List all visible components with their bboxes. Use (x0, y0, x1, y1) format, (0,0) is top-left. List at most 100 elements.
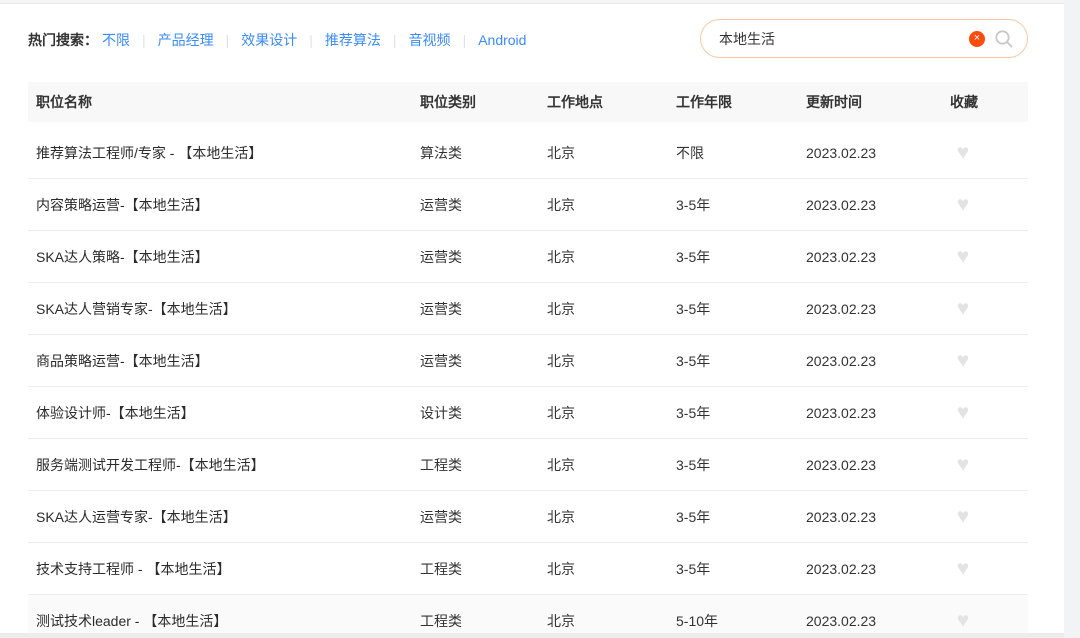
job-title-link[interactable]: 体验设计师-【本地生活】 (28, 403, 420, 423)
hot-search-link[interactable]: 推荐算法 (325, 30, 409, 50)
favorite-button[interactable]: ♥ (951, 557, 975, 581)
table-row[interactable]: 推荐算法工程师/专家 - 【本地生活】 算法类 北京 不限 2023.02.23… (28, 127, 1028, 179)
favorite-button[interactable]: ♥ (951, 349, 975, 373)
job-category-cell: 运营类 (420, 299, 547, 319)
search-box: × (700, 19, 1028, 58)
job-title-link[interactable]: SKA达人营销专家-【本地生活】 (28, 299, 420, 319)
favorite-button[interactable]: ♥ (951, 141, 975, 165)
location-cell: 北京 (547, 299, 676, 319)
favorite-button[interactable]: ♥ (951, 453, 975, 477)
col-header-location: 工作地点 (547, 92, 676, 112)
heart-icon: ♥ (957, 506, 969, 527)
experience-cell: 3-5年 (676, 351, 806, 371)
job-category-cell: 运营类 (420, 351, 547, 371)
job-table: 职位名称 职位类别 工作地点 工作年限 更新时间 收藏 推荐算法工程师/专家 -… (28, 82, 1028, 638)
heart-icon: ♥ (957, 142, 969, 163)
updated-cell: 2023.02.23 (806, 561, 950, 577)
favorite-button[interactable]: ♥ (951, 401, 975, 425)
heart-icon: ♥ (957, 350, 969, 371)
location-cell: 北京 (547, 455, 676, 475)
job-category-cell: 工程类 (420, 611, 547, 631)
job-category-cell: 工程类 (420, 559, 547, 579)
clear-search-icon[interactable]: × (969, 31, 985, 47)
favorite-button[interactable]: ♥ (951, 505, 975, 529)
favorite-button[interactable]: ♥ (951, 297, 975, 321)
heart-icon: ♥ (957, 194, 969, 215)
heart-icon: ♥ (957, 454, 969, 475)
updated-cell: 2023.02.23 (806, 249, 950, 265)
job-title-link[interactable]: 推荐算法工程师/专家 - 【本地生活】 (28, 143, 420, 163)
job-category-cell: 算法类 (420, 143, 547, 163)
hot-search-link[interactable]: 音视频 (409, 30, 479, 50)
updated-cell: 2023.02.23 (806, 613, 950, 629)
search-icon[interactable] (993, 28, 1015, 50)
experience-cell: 3-5年 (676, 247, 806, 267)
location-cell: 北京 (547, 559, 676, 579)
experience-cell: 3-5年 (676, 455, 806, 475)
experience-cell: 3-5年 (676, 195, 806, 215)
experience-cell: 3-5年 (676, 403, 806, 423)
hot-search-label: 热门搜索： (28, 30, 98, 50)
table-row[interactable]: 体验设计师-【本地生活】 设计类 北京 3-5年 2023.02.23 ♥ (28, 387, 1028, 439)
col-header-experience: 工作年限 (676, 92, 806, 112)
updated-cell: 2023.02.23 (806, 457, 950, 473)
updated-cell: 2023.02.23 (806, 509, 950, 525)
table-row[interactable]: 测试技术leader - 【本地生活】 工程类 北京 5-10年 2023.02… (28, 595, 1028, 638)
table-row[interactable]: 商品策略运营-【本地生活】 运营类 北京 3-5年 2023.02.23 ♥ (28, 335, 1028, 387)
job-category-cell: 运营类 (420, 507, 547, 527)
updated-cell: 2023.02.23 (806, 197, 950, 213)
experience-cell: 3-5年 (676, 507, 806, 527)
location-cell: 北京 (547, 143, 676, 163)
job-search-page: 热门搜索： 不限产品经理效果设计推荐算法音视频Android × 职位名称 职位… (0, 0, 1080, 638)
col-header-favorite: 收藏 (950, 92, 1028, 112)
favorite-button[interactable]: ♥ (951, 245, 975, 269)
heart-icon: ♥ (957, 402, 969, 423)
favorite-button[interactable]: ♥ (951, 193, 975, 217)
hot-search-link[interactable]: 产品经理 (158, 30, 242, 50)
location-cell: 北京 (547, 507, 676, 527)
location-cell: 北京 (547, 351, 676, 371)
job-title-link[interactable]: SKA达人策略-【本地生活】 (28, 247, 420, 267)
job-title-link[interactable]: 服务端测试开发工程师-【本地生活】 (28, 455, 420, 475)
experience-cell: 5-10年 (676, 611, 806, 631)
hot-search-bar: 热门搜索： 不限产品经理效果设计推荐算法音视频Android (28, 30, 526, 50)
job-category-cell: 运营类 (420, 195, 547, 215)
updated-cell: 2023.02.23 (806, 405, 950, 421)
table-row[interactable]: 服务端测试开发工程师-【本地生活】 工程类 北京 3-5年 2023.02.23… (28, 439, 1028, 491)
job-title-link[interactable]: 商品策略运营-【本地生活】 (28, 351, 420, 371)
table-row[interactable]: 技术支持工程师 - 【本地生活】 工程类 北京 3-5年 2023.02.23 … (28, 543, 1028, 595)
updated-cell: 2023.02.23 (806, 353, 950, 369)
table-row[interactable]: SKA达人营销专家-【本地生活】 运营类 北京 3-5年 2023.02.23 … (28, 283, 1028, 335)
job-title-link[interactable]: 测试技术leader - 【本地生活】 (28, 611, 420, 631)
col-header-job-title: 职位名称 (28, 92, 420, 112)
heart-icon: ♥ (957, 246, 969, 267)
location-cell: 北京 (547, 611, 676, 631)
experience-cell: 3-5年 (676, 559, 806, 579)
table-row[interactable]: 内容策略运营-【本地生活】 运营类 北京 3-5年 2023.02.23 ♥ (28, 179, 1028, 231)
col-header-job-category: 职位类别 (420, 92, 547, 112)
location-cell: 北京 (547, 247, 676, 267)
table-row[interactable]: SKA达人运营专家-【本地生活】 运营类 北京 3-5年 2023.02.23 … (28, 491, 1028, 543)
updated-cell: 2023.02.23 (806, 145, 950, 161)
table-header-row: 职位名称 职位类别 工作地点 工作年限 更新时间 收藏 (28, 82, 1028, 122)
job-title-link[interactable]: 技术支持工程师 - 【本地生活】 (28, 559, 420, 579)
job-title-link[interactable]: SKA达人运营专家-【本地生活】 (28, 507, 420, 527)
hot-search-link[interactable]: 不限 (102, 30, 158, 50)
page-right-gutter (1064, 0, 1080, 638)
search-input[interactable] (701, 20, 969, 57)
updated-cell: 2023.02.23 (806, 301, 950, 317)
job-title-link[interactable]: 内容策略运营-【本地生活】 (28, 195, 420, 215)
heart-icon: ♥ (957, 298, 969, 319)
hot-search-link[interactable]: 效果设计 (241, 30, 325, 50)
experience-cell: 3-5年 (676, 299, 806, 319)
favorite-button[interactable]: ♥ (951, 609, 975, 633)
col-header-updated: 更新时间 (806, 92, 950, 112)
experience-cell: 不限 (676, 143, 806, 163)
top-divider-strip (0, 0, 1080, 4)
job-category-cell: 运营类 (420, 247, 547, 267)
heart-icon: ♥ (957, 558, 969, 579)
table-body: 推荐算法工程师/专家 - 【本地生活】 算法类 北京 不限 2023.02.23… (28, 127, 1028, 638)
bottom-divider-strip (0, 633, 1064, 638)
hot-search-link[interactable]: Android (478, 32, 526, 48)
table-row[interactable]: SKA达人策略-【本地生活】 运营类 北京 3-5年 2023.02.23 ♥ (28, 231, 1028, 283)
